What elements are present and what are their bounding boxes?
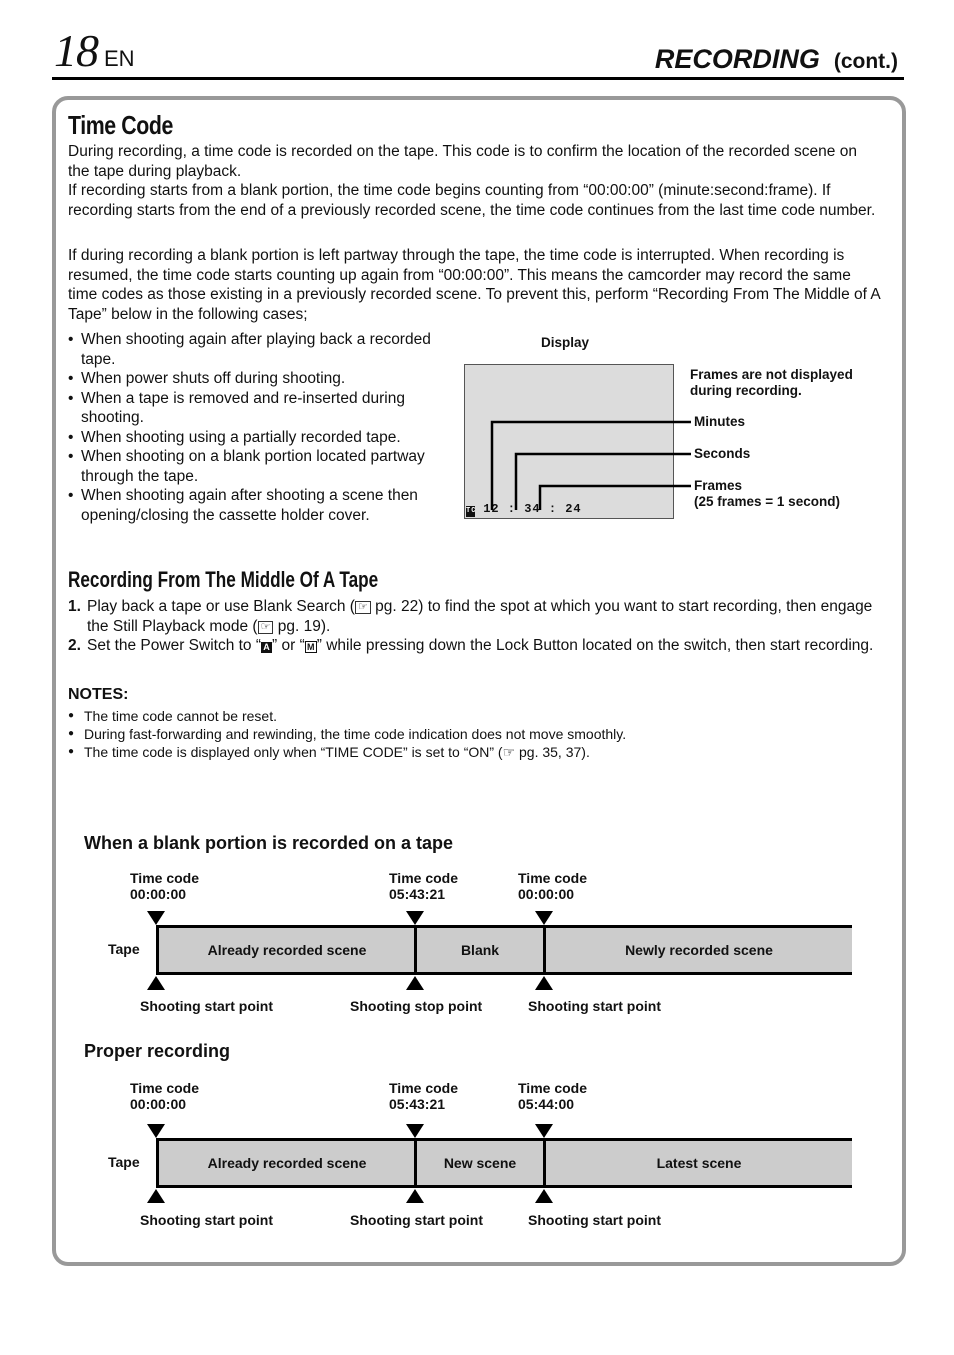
step-1: 1. Play back a tape or use Blank Search …	[68, 598, 873, 635]
intro-paragraph-1: During recording, a time code is recorde…	[68, 143, 857, 180]
section-header: RECORDING (cont.)	[655, 44, 898, 77]
tape-segment: Latest scene	[656, 1155, 742, 1171]
minutes-label: Minutes	[694, 414, 746, 429]
timecode-marker-3: Time code 05:44:00	[518, 1080, 587, 1112]
tape-segment: New scene	[443, 1155, 517, 1171]
frames-label: Frames	[694, 478, 743, 493]
down-arrow-icon	[535, 911, 553, 925]
tape-segment: Already recorded scene	[207, 942, 367, 958]
reference-icon: ☞	[354, 601, 371, 614]
note-item: The time code cannot be reset.	[68, 707, 626, 725]
section-cont: (cont.)	[833, 50, 898, 73]
down-arrow-icon	[406, 1124, 424, 1138]
tape-segment: Blank	[460, 942, 500, 958]
up-arrow-icon	[406, 1189, 424, 1203]
shooting-point-label: Shooting start point	[350, 1212, 483, 1228]
blank-portion-heading: When a blank portion is recorded on a ta…	[84, 833, 454, 853]
frames-note: (25 frames = 1 second)	[694, 494, 840, 509]
tape-segment: Newly recorded scene	[625, 942, 773, 958]
frames-not-displayed-note: Frames are not displayed during recordin…	[690, 367, 853, 398]
header-rule	[52, 77, 904, 80]
interruption-paragraph: If during recording a blank portion is l…	[68, 247, 880, 323]
up-arrow-icon	[406, 976, 424, 990]
display-leader-lines	[490, 420, 691, 510]
manual-mode-icon: M	[304, 641, 317, 653]
reference-icon: ☞	[257, 620, 274, 634]
shooting-point-label: Shooting stop point	[350, 998, 483, 1014]
middle-of-tape-heading: Recording From The Middle Of A Tape	[68, 567, 379, 592]
section-title: RECORDING	[654, 44, 820, 74]
seconds-label: Seconds	[694, 446, 751, 461]
list-item: When a tape is removed and re-inserted d…	[66, 389, 446, 428]
frames-leader	[538, 484, 691, 510]
down-arrow-icon	[147, 1124, 165, 1138]
minutes-leader	[490, 420, 691, 510]
up-arrow-icon	[147, 976, 165, 990]
list-item: When power shuts off during shooting.	[66, 369, 446, 389]
down-arrow-icon	[147, 911, 165, 925]
timecode-marker-3: Time code 00:00:00	[518, 870, 587, 902]
timecode-marker-1: Time code 00:00:00	[130, 1080, 199, 1112]
notes-heading: NOTES:	[68, 686, 129, 703]
proper-recording-heading: Proper recording	[84, 1041, 231, 1061]
list-item: When shooting on a blank portion located…	[66, 447, 446, 486]
timecode-marker-2: Time code 05:43:21	[389, 870, 458, 902]
down-arrow-icon	[406, 911, 424, 925]
tape-label: Tape	[108, 941, 140, 957]
shooting-point-label: Shooting start point	[140, 998, 273, 1014]
shooting-point-label: Shooting start point	[140, 1212, 273, 1228]
seconds-leader	[514, 452, 691, 510]
tape-bar: Already recorded scene Blank Newly recor…	[156, 925, 852, 975]
shooting-point-label: Shooting start point	[528, 1212, 661, 1228]
cases-list: When shooting again after playing back a…	[66, 330, 446, 525]
tape-bar: Already recorded scene New scene Latest …	[156, 1138, 852, 1188]
list-item: When shooting again after playing back a…	[66, 330, 446, 369]
list-item: When shooting again after shooting a sce…	[66, 486, 446, 525]
list-item: When shooting using a partially recorded…	[66, 428, 446, 448]
step-number: 1.	[68, 598, 81, 615]
tape-segment: Already recorded scene	[207, 1155, 367, 1171]
time-code-intro: During recording, a time code is recorde…	[68, 142, 878, 220]
note-item: During fast-forwarding and rewinding, th…	[68, 725, 626, 743]
up-arrow-icon	[535, 976, 553, 990]
notes-list: The time code cannot be reset. During fa…	[68, 707, 626, 761]
up-arrow-icon	[147, 1189, 165, 1203]
time-code-heading: Time Code	[68, 110, 173, 140]
shooting-point-label: Shooting start point	[528, 998, 661, 1014]
up-arrow-icon	[535, 1189, 553, 1203]
tape-label: Tape	[108, 1154, 140, 1170]
intro-paragraph-2: If recording starts from a blank portion…	[68, 182, 876, 219]
down-arrow-icon	[535, 1124, 553, 1138]
step-2: 2. Set the Power Switch to “A” or “M” wh…	[68, 637, 874, 654]
timecode-marker-1: Time code 00:00:00	[130, 870, 199, 902]
note-item: The time code is displayed only when “TI…	[68, 743, 626, 761]
page-number: 18	[54, 25, 99, 76]
steps-list: 1. Play back a tape or use Blank Search …	[68, 597, 883, 656]
timecode-marker-2: Time code 05:43:21	[389, 1080, 458, 1112]
step-number: 2.	[68, 637, 81, 654]
language-code: EN	[104, 46, 135, 71]
auto-mode-icon: A	[261, 642, 273, 653]
